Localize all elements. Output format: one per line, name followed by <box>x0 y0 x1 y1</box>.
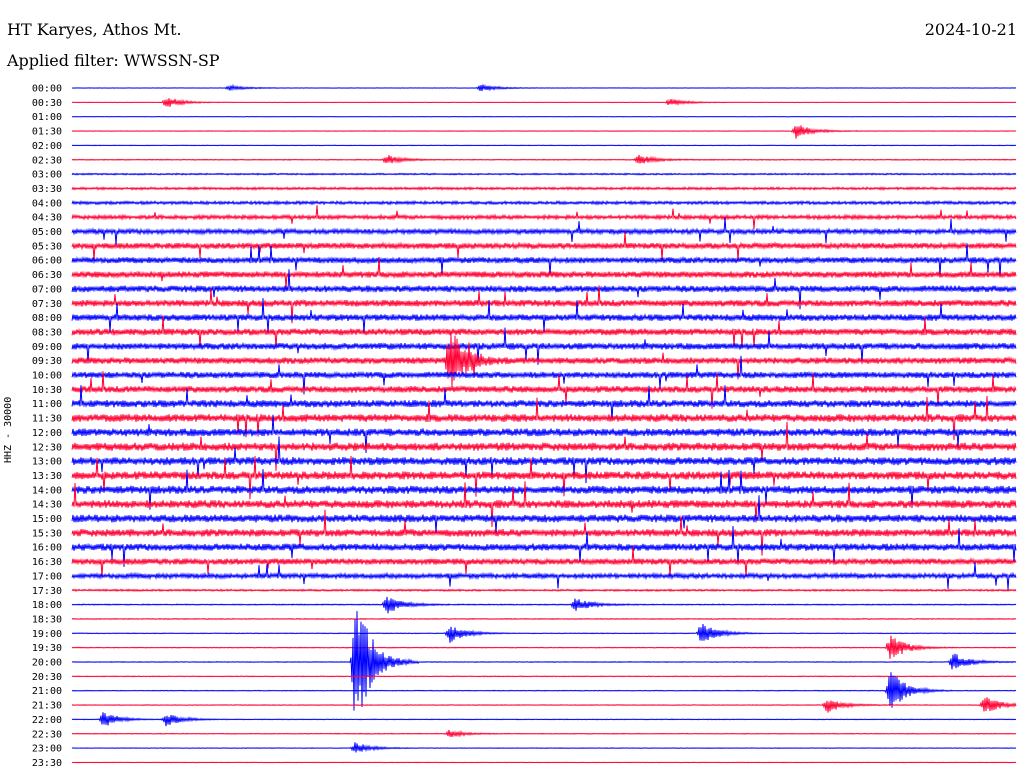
row-label: 16:30 <box>32 557 62 568</box>
row-label: 05:00 <box>32 227 62 238</box>
trace-line <box>71 742 1017 753</box>
row-label: 13:00 <box>32 457 62 468</box>
row-label: 19:00 <box>32 629 62 640</box>
row-label: 10:00 <box>32 371 62 382</box>
row-label: 03:30 <box>32 184 62 195</box>
row-label: 02:00 <box>32 141 62 152</box>
row-label: 12:30 <box>32 442 62 453</box>
row-label: 22:30 <box>32 729 62 740</box>
trace-line <box>71 199 1017 206</box>
trace-line <box>71 125 1017 139</box>
row-label: 19:30 <box>32 643 62 654</box>
row-label: 07:30 <box>32 299 62 310</box>
row-label: 18:00 <box>32 600 62 611</box>
row-label: 14:30 <box>32 500 62 511</box>
trace-line <box>71 675 1017 678</box>
trace-line <box>71 172 1017 176</box>
trace-line <box>71 617 1017 621</box>
trace-line <box>71 205 1017 230</box>
trace-line <box>71 315 1017 349</box>
row-label: 11:30 <box>32 414 62 425</box>
row-label: 10:30 <box>32 385 62 396</box>
row-label: 14:00 <box>32 485 62 496</box>
row-label: 21:00 <box>32 686 62 697</box>
row-label: 16:00 <box>32 543 62 554</box>
row-label: 01:30 <box>32 127 62 138</box>
row-label: 20:30 <box>32 672 62 683</box>
trace-line <box>71 83 1017 92</box>
trace-line <box>71 729 1017 738</box>
traces <box>71 83 1017 764</box>
row-label: 07:00 <box>32 284 62 295</box>
trace-line <box>71 635 1017 659</box>
row-label: 08:00 <box>32 313 62 324</box>
trace-line <box>71 596 1017 614</box>
row-label: 00:30 <box>32 98 62 109</box>
row-label: 03:00 <box>32 170 62 181</box>
trace-line <box>71 623 1017 643</box>
row-label: 02:30 <box>32 155 62 166</box>
row-label: 06:00 <box>32 256 62 267</box>
trace-line <box>71 185 1017 191</box>
trace-line <box>71 144 1017 147</box>
trace-line <box>71 562 1017 590</box>
trace-line <box>71 98 1017 107</box>
trace-line <box>71 217 1017 245</box>
row-label: 23:30 <box>32 758 62 769</box>
trace-line <box>71 495 1017 534</box>
trace-line <box>71 231 1017 261</box>
row-label: 13:30 <box>32 471 62 482</box>
row-label: 15:00 <box>32 514 62 525</box>
row-label: 06:30 <box>32 270 62 281</box>
row-label: 05:30 <box>32 241 62 252</box>
row-label: 09:00 <box>32 342 62 353</box>
trace-line <box>71 761 1017 764</box>
trace-line <box>71 154 1017 164</box>
trace-line <box>71 611 1017 711</box>
row-label: 11:00 <box>32 399 62 410</box>
trace-line <box>71 672 1017 708</box>
row-label: 08:30 <box>32 327 62 338</box>
row-label: 09:30 <box>32 356 62 367</box>
row-label: 04:30 <box>32 213 62 224</box>
trace-line <box>71 697 1017 713</box>
trace-line <box>71 588 1017 593</box>
trace-line <box>71 546 1017 578</box>
row-label: 23:00 <box>32 744 62 755</box>
row-label: 12:00 <box>32 428 62 439</box>
trace-line <box>71 333 1017 388</box>
row-label: 17:30 <box>32 586 62 597</box>
row-label: 20:00 <box>32 658 62 669</box>
row-label: 22:00 <box>32 715 62 726</box>
row-label: 04:00 <box>32 198 62 209</box>
row-label: 15:30 <box>32 528 62 539</box>
row-label: 01:00 <box>32 112 62 123</box>
trace-line <box>71 712 1017 727</box>
row-label: 00:00 <box>32 84 62 95</box>
helicorder-plot: 00:00 00:30 01:00 01:30 02:00 02:30 03:00 03:30… <box>32 83 1017 769</box>
row-label: 18:30 <box>32 614 62 625</box>
row-label: 21:30 <box>32 701 62 712</box>
row-labels: 00:00 00:30 01:00 01:30 02:00 02:30 03:00 03:30… <box>32 84 62 769</box>
row-label: 17:00 <box>32 571 62 582</box>
